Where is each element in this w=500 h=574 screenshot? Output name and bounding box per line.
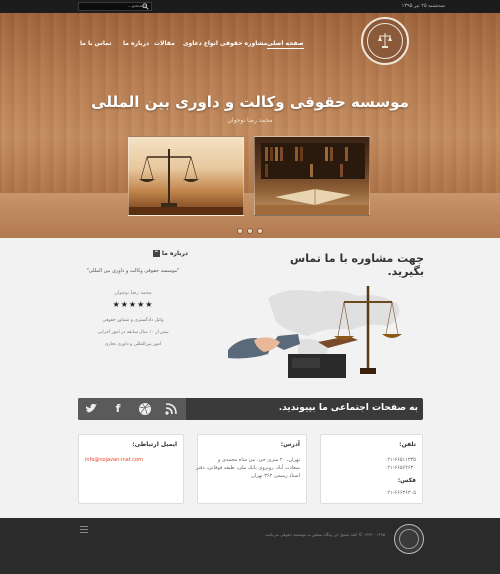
- copyright-text: ۱۳۹۵ - ۱۳۹۳ © کلیه حقوق این وبگاه متعلق …: [264, 532, 385, 537]
- nav-item-legal-advice[interactable]: مشاوره حقوقی: [220, 40, 267, 47]
- date-text: سه‌شنبه ۲۵ تیر ۱۳۹۵: [401, 3, 445, 9]
- about-line: وکیل دادگستری و مشاور حقوقی: [102, 318, 164, 323]
- main-content: جهت مشاوره با ما تماس بگیرید. درباره ما …: [78, 238, 424, 518]
- facebook-icon[interactable]: f: [111, 402, 125, 416]
- hero-title: موسسه حقوقی وکالت و داوری بین المللی: [91, 93, 409, 111]
- dribbble-icon[interactable]: [138, 402, 152, 416]
- handshake-law-illustration: [228, 286, 402, 378]
- search-input[interactable]: جستجو...: [78, 2, 152, 11]
- rating-stars: ★★★★★: [112, 300, 154, 309]
- slide-image-library[interactable]: [254, 136, 370, 216]
- fax-title: فکس:: [397, 477, 416, 484]
- slider-dot[interactable]: [237, 228, 243, 234]
- site-logo[interactable]: [361, 17, 409, 65]
- main-nav: صفحه اصلی مشاوره حقوقی انواع دعاوی مقالا…: [70, 40, 320, 52]
- address-card: آدرس: تهران، ۲۰ متری جی، بین شاه محمدی و…: [195, 434, 307, 504]
- slide-image-scales[interactable]: [128, 136, 244, 216]
- fax-number: ۰۲۱-۶۶۶۳۶۳۰۵: [384, 490, 416, 496]
- nav-item-home[interactable]: صفحه اصلی: [267, 40, 304, 49]
- about-name: محمد رضا نوجوان: [114, 290, 152, 296]
- library-image-icon: [255, 143, 369, 215]
- email-title: ایمیل ارتباطی:: [132, 441, 177, 448]
- address-line: اسناد رسمی ۳۶۲ تهران: [251, 473, 300, 479]
- phone-card: تلفن: ۰۲۱-۶۶۵۱۱۳۳۵ ۰۲۱-۶۶۵۶۴۶۳۰ فکس: ۰۲۱…: [320, 434, 423, 504]
- nav-item-about[interactable]: درباره ما: [123, 40, 149, 47]
- quote-icon: ❝: [152, 250, 160, 257]
- slider-dot[interactable]: [247, 228, 253, 234]
- email-card: ایمیل ارتباطی: info@nojavan-inat.com: [78, 434, 184, 504]
- footer-logo-ring: [399, 529, 419, 549]
- about-line: بیش از ۱۰ سال سابقه در امور اجرایی: [97, 330, 169, 335]
- phone-number[interactable]: ۰۲۱-۶۶۵۶۴۶۳۰: [385, 465, 416, 471]
- footer-logo[interactable]: [394, 524, 424, 554]
- social-text: به صفحات اجتماعی ما بپیوندید.: [278, 403, 418, 413]
- hero-banner: صفحه اصلی مشاوره حقوقی انواع دعاوی مقالا…: [0, 13, 500, 238]
- phone-number[interactable]: ۰۲۱-۶۶۵۱۱۳۳۵: [385, 457, 416, 463]
- nav-item-lawsuits[interactable]: انواع دعاوی: [183, 40, 218, 47]
- scales-logo-icon: [378, 33, 392, 48]
- about-heading-text: درباره ما: [161, 250, 188, 257]
- address-line: سعادت آباد، روبروی بانک ملی، طبقه فوقانی…: [195, 465, 300, 471]
- social-bar: f به صفحات اجتماعی ما بپیوندید.: [78, 398, 423, 420]
- phone-title: تلفن:: [399, 441, 416, 448]
- twitter-icon[interactable]: [84, 402, 98, 416]
- menu-icon[interactable]: [80, 526, 88, 534]
- email-link[interactable]: info@nojavan-inat.com: [85, 457, 143, 463]
- social-icons: f: [78, 398, 186, 420]
- hero-subtitle: محمد رضا نوجوان: [227, 117, 273, 124]
- about-line: امور بین‌المللی و داوری تجاری: [104, 342, 162, 347]
- address-line: تهران، ۲۰ متری جی، بین شاه محمدی و: [217, 457, 300, 463]
- address-title: آدرس:: [280, 441, 300, 448]
- slider-dot[interactable]: [257, 228, 263, 234]
- footer: ۱۳۹۵ - ۱۳۹۳ © کلیه حقوق این وبگاه متعلق …: [0, 518, 500, 574]
- search-icon[interactable]: [142, 3, 149, 10]
- top-bar: جستجو... سه‌شنبه ۲۵ تیر ۱۳۹۵: [0, 0, 500, 13]
- about-quote: "موسسه حقوقی وکالت و داوری بین المللی": [86, 268, 180, 274]
- nav-item-articles[interactable]: مقالات: [154, 40, 175, 47]
- about-widget: درباره ما ❝ "موسسه حقوقی وکالت و داوری ب…: [78, 246, 188, 396]
- nav-item-contact[interactable]: تماس با ما: [80, 40, 111, 47]
- consult-title: جهت مشاوره با ما تماس بگیرید.: [290, 252, 424, 278]
- about-heading: درباره ما ❝: [130, 250, 188, 257]
- rss-icon[interactable]: [164, 402, 178, 416]
- slider-pagination: [237, 228, 265, 236]
- scales-image-icon: [129, 149, 243, 215]
